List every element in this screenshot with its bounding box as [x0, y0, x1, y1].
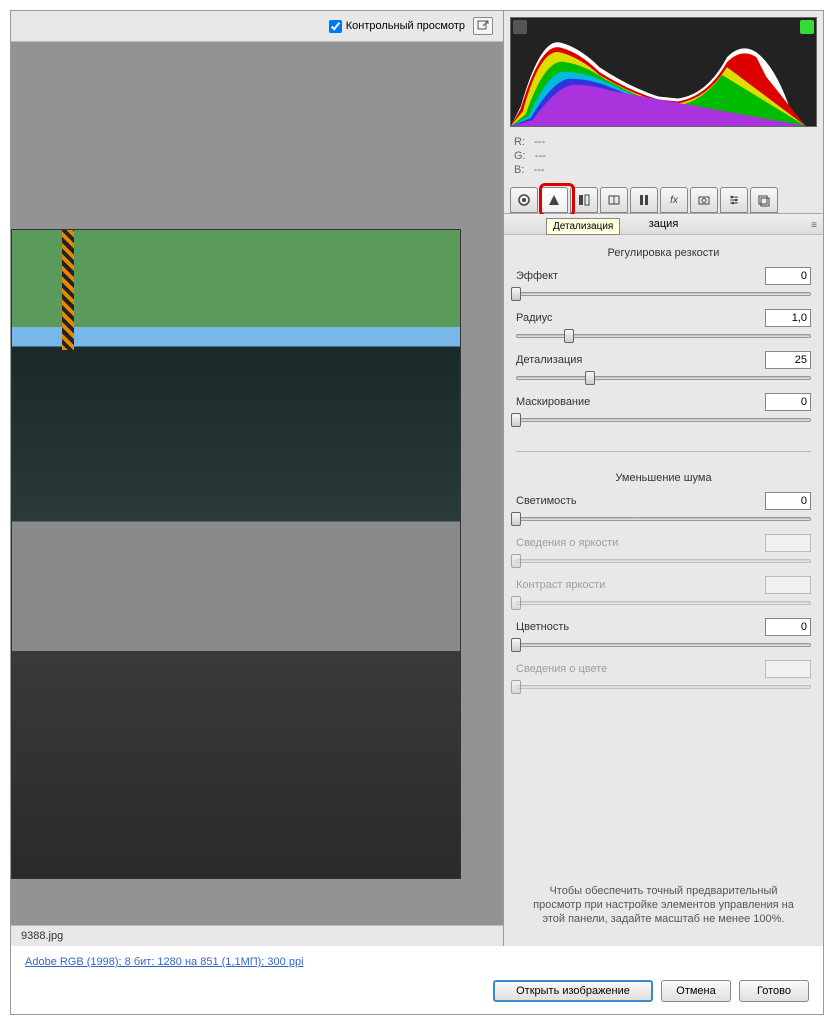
rgb-readout: R: --- G: --- B: --- [504, 133, 823, 183]
preview-panel: Контрольный просмотр 9388.jpg [11, 11, 503, 946]
lum-contrast-slider [516, 596, 811, 610]
slider-lum-contrast: Контраст яркости [516, 576, 811, 610]
cancel-button[interactable]: Отмена [661, 980, 731, 1002]
slider-detail: Детализация [516, 351, 811, 385]
tab-hsl-grayscale[interactable] [570, 187, 598, 213]
tab-camera-calibration[interactable] [690, 187, 718, 213]
bottom-bar: Adobe RGB (1998); 8 бит; 1280 на 851 (1,… [11, 946, 823, 1014]
lum-contrast-input [765, 576, 811, 594]
lum-contrast-label: Контраст яркости [516, 579, 605, 591]
luminance-label: Светимость [516, 495, 577, 507]
preview-checkbox-wrap[interactable]: Контрольный просмотр [329, 20, 465, 33]
effect-label: Эффект [516, 270, 558, 282]
slider-color: Цветность [516, 618, 811, 652]
luminance-input[interactable] [765, 492, 811, 510]
color-detail-label: Сведения о цвете [516, 663, 607, 675]
tab-snapshots[interactable] [750, 187, 778, 213]
slider-radius: Радиус [516, 309, 811, 343]
radius-slider[interactable] [516, 329, 811, 343]
masking-label: Маскирование [516, 396, 590, 408]
open-image-button[interactable]: Открыть изображение [493, 980, 653, 1002]
lum-detail-label: Сведения о яркости [516, 537, 618, 549]
masking-input[interactable] [765, 393, 811, 411]
preview-top-controls: Контрольный просмотр [11, 11, 503, 42]
sharpening-title: Регулировка резкости [516, 243, 811, 267]
panel-title-text: зация [649, 218, 679, 230]
noise-section: Уменьшение шума Светимость Сведения о яр… [504, 460, 823, 710]
zoom-hint: Чтобы обеспечить точный предварительный … [514, 874, 813, 936]
filename-bar: 9388.jpg [11, 925, 503, 946]
slider-color-detail: Сведения о цвете [516, 660, 811, 694]
color-slider[interactable] [516, 638, 811, 652]
tab-lens-corrections[interactable] [630, 187, 658, 213]
tab-presets[interactable] [720, 187, 748, 213]
slider-lum-detail: Сведения о яркости [516, 534, 811, 568]
sharpening-section: Регулировка резкости Эффект Радиус [504, 235, 823, 443]
tab-basic[interactable] [510, 187, 538, 213]
tab-tooltip: Детализация [546, 218, 620, 235]
tab-split-toning[interactable] [600, 187, 628, 213]
image-viewport[interactable] [11, 42, 503, 925]
preview-checkbox-label: Контрольный просмотр [346, 20, 465, 32]
panel-menu-icon[interactable]: ≡ [811, 220, 817, 231]
color-label: Цветность [516, 621, 569, 633]
slider-luminance: Светимость [516, 492, 811, 526]
metadata-link[interactable]: Adobe RGB (1998); 8 бит; 1280 на 851 (1,… [25, 956, 304, 968]
masking-slider[interactable] [516, 413, 811, 427]
lum-detail-slider [516, 554, 811, 568]
histogram[interactable] [510, 17, 817, 127]
noise-title: Уменьшение шума [516, 468, 811, 492]
color-detail-slider [516, 680, 811, 694]
slider-effect: Эффект [516, 267, 811, 301]
tab-strip: fx Детализация [504, 183, 823, 214]
color-detail-input [765, 660, 811, 678]
radius-label: Радиус [516, 312, 553, 324]
done-button[interactable]: Готово [739, 980, 809, 1002]
tab-effects[interactable]: fx [660, 187, 688, 213]
section-divider [516, 451, 811, 452]
luminance-slider[interactable] [516, 512, 811, 526]
effect-input[interactable] [765, 267, 811, 285]
slider-masking: Маскирование [516, 393, 811, 427]
adjustments-panel: R: --- G: --- B: --- fx Детализация заци… [503, 11, 823, 946]
tab-detail[interactable] [540, 187, 568, 213]
preview-image [11, 229, 461, 879]
color-input[interactable] [765, 618, 811, 636]
preview-checkbox[interactable] [329, 20, 342, 33]
lum-detail-input [765, 534, 811, 552]
detail-input[interactable] [765, 351, 811, 369]
effect-slider[interactable] [516, 287, 811, 301]
fullscreen-icon[interactable] [473, 17, 493, 35]
detail-slider[interactable] [516, 371, 811, 385]
detail-label: Детализация [516, 354, 582, 366]
radius-input[interactable] [765, 309, 811, 327]
